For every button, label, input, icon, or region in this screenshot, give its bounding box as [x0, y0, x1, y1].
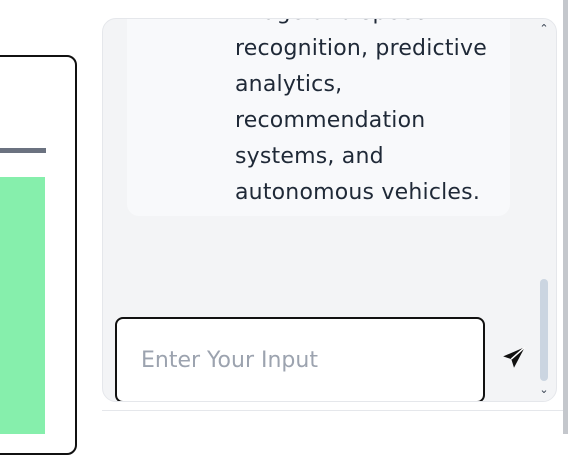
left-green-panel	[0, 177, 45, 434]
chat-input[interactable]	[139, 339, 473, 381]
message-line: recommendation	[235, 108, 426, 133]
send-paper-plane-icon	[503, 346, 526, 368]
chat-input-box[interactable]	[115, 317, 485, 401]
message-line: recognition, predictive	[235, 36, 487, 61]
send-button[interactable]	[501, 345, 527, 371]
message-line: systems, and	[235, 144, 384, 169]
message-text: image and speech recognition, predictive…	[235, 19, 505, 211]
chevron-up-icon[interactable]: ⌃	[539, 23, 549, 35]
message-line: image and speech	[235, 19, 505, 31]
divider-line	[102, 410, 563, 411]
message-bubble: image and speech recognition, predictive…	[127, 19, 510, 216]
window-edge-scrollbar	[563, 0, 568, 434]
message-line: analytics,	[235, 72, 343, 97]
chevron-down-icon[interactable]: ⌄	[539, 384, 549, 396]
left-divider	[0, 148, 46, 153]
scrollbar-thumb[interactable]	[540, 279, 548, 381]
message-line: autonomous vehicles.	[235, 180, 481, 205]
chat-panel: image and speech recognition, predictive…	[102, 18, 557, 402]
